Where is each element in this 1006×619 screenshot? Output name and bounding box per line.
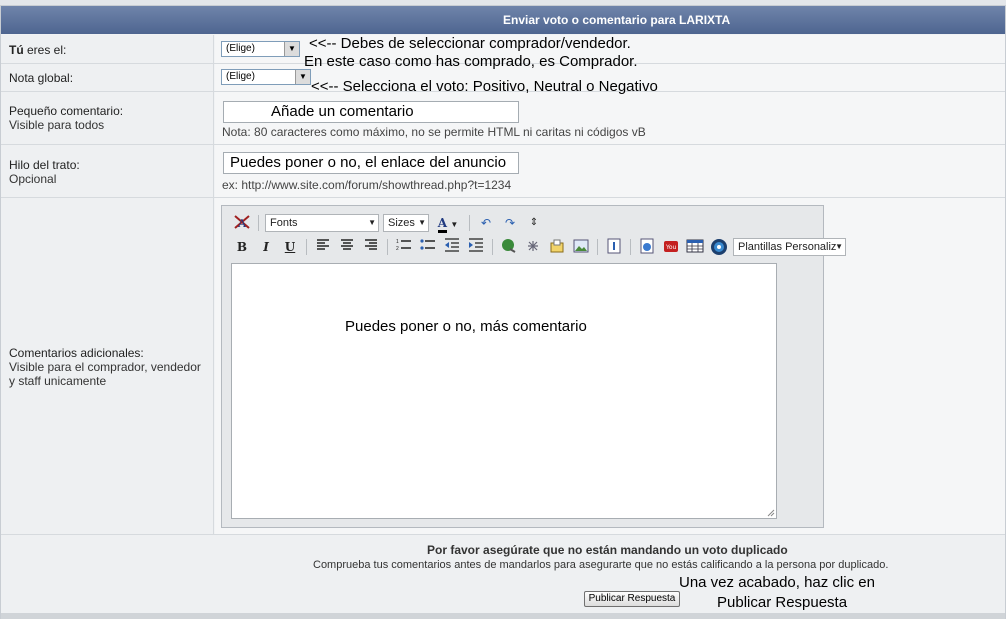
vote-form: Enviar voto o comentario para LARIXTA Tú… (0, 5, 1006, 619)
unlink-icon[interactable] (523, 238, 543, 256)
italic-button[interactable]: I (256, 238, 276, 256)
thread-label-cell: Hilo del trato: Opcional (1, 145, 214, 197)
numbered-list-icon[interactable]: 12 (394, 238, 414, 256)
duplicate-warning-text: Comprueba tus comentarios antes de manda… (313, 559, 889, 571)
rating-annotation: <<-- Selecciona el voto: Positivo, Neutr… (311, 78, 658, 95)
editor-content: Puedes poner o no, más comentario (345, 318, 587, 335)
thread-value-cell: Puedes poner o no, el enlace del anuncio… (215, 145, 1005, 197)
additional-label: Comentarios adicionales: (9, 346, 144, 360)
short-comment-input-text: Añade un comentario (271, 103, 414, 120)
additional-row: Comentarios adicionales: Visible para el… (1, 198, 1005, 535)
toolbar-separator (387, 239, 388, 255)
rating-select-value: (Elige) (226, 71, 255, 82)
remove-format-icon[interactable]: A (232, 214, 252, 232)
rich-text-editor: A Fonts ▼ Sizes ▼ A ▼ ↶ ↷ ⇕ B I U 1 2 Yo… (221, 205, 846, 528)
short-comment-label: Pequeño comentario: (9, 104, 124, 118)
indent-icon[interactable] (466, 238, 486, 256)
table-icon[interactable] (685, 238, 705, 256)
undo-icon[interactable]: ↶ (476, 214, 496, 232)
toolbar-separator (258, 215, 259, 231)
audio-icon[interactable] (709, 238, 729, 256)
templates-select-label: Plantillas Personaliz (738, 241, 837, 253)
role-select-value: (Elige) (226, 43, 255, 54)
toolbar-separator (306, 239, 307, 255)
thread-sublabel: Opcional (9, 172, 57, 186)
resize-grip-icon[interactable] (767, 509, 775, 517)
rating-label-cell: Nota global: (1, 64, 214, 91)
bold-button[interactable]: B (232, 238, 252, 256)
short-comment-value-cell: Añade un comentario Nota: 80 caracteres … (215, 92, 1005, 144)
role-label: Tú eres el: (1, 35, 214, 63)
thread-row: Hilo del trato: Opcional Puedes poner o … (1, 145, 1005, 198)
additional-sublabel-2: y staff unicamente (9, 374, 107, 388)
editor-toolbar-row-1: A Fonts ▼ Sizes ▼ A ▼ ↶ ↷ ⇕ (232, 214, 544, 233)
role-annotation-line-1: <<-- Debes de seleccionar comprador/vend… (309, 35, 631, 52)
rating-select[interactable]: (Elige) ▼ (221, 69, 311, 85)
insert-email-icon[interactable] (547, 238, 567, 256)
underline-button[interactable]: U (280, 238, 300, 256)
submit-button[interactable]: Publicar Respuesta (584, 591, 680, 607)
chevron-down-icon: ▼ (295, 70, 310, 84)
font-select-label: Fonts (270, 217, 298, 229)
short-comment-label-cell: Pequeño comentario: Visible para todos (1, 92, 214, 144)
role-label-bold: Tú (9, 43, 24, 57)
short-comment-row: Pequeño comentario: Visible para todos A… (1, 92, 1005, 145)
form-title: Enviar voto o comentario para LARIXTA (1, 6, 1005, 34)
rating-label: Nota global: (9, 71, 74, 85)
toolbar-separator (469, 215, 470, 231)
insert-image-icon[interactable] (571, 238, 591, 256)
svg-text:You: You (665, 244, 677, 251)
short-comment-input[interactable]: Añade un comentario (223, 101, 519, 123)
align-center-icon[interactable] (337, 238, 357, 256)
role-label-rest: eres el: (23, 43, 67, 57)
editor-toolbar-row-2: B I U 12 You Plantillas Personaliz ▼ (232, 238, 846, 256)
bold-icon: B (236, 240, 248, 254)
chevron-down-icon: ▼ (284, 42, 299, 56)
thread-hint: ex: http://www.site.com/forum/showthread… (222, 178, 512, 192)
bottom-border (1, 613, 1005, 619)
toolbar-separator (597, 239, 598, 255)
additional-value-cell: A Fonts ▼ Sizes ▼ A ▼ ↶ ↷ ⇕ B I U 1 2 Yo… (215, 198, 1005, 534)
chevron-down-icon: ▼ (418, 218, 426, 227)
role-select[interactable]: (Elige) ▼ (221, 41, 300, 57)
submit-annotation-line-1: Una vez acabado, haz clic en (679, 574, 875, 591)
svg-text:2: 2 (396, 246, 399, 252)
size-select-label: Sizes (388, 217, 415, 229)
attachment-icon[interactable] (604, 238, 624, 256)
chevron-down-icon: ▼ (835, 242, 843, 251)
templates-select[interactable]: Plantillas Personaliz ▼ (733, 238, 846, 256)
underline-icon: U (284, 240, 296, 254)
font-color-icon: A (437, 216, 448, 233)
align-right-icon[interactable] (361, 238, 381, 256)
font-select[interactable]: Fonts ▼ (265, 214, 379, 232)
chevron-down-icon: ▼ (368, 218, 376, 227)
outdent-icon[interactable] (442, 238, 462, 256)
italic-icon: I (263, 240, 269, 254)
youtube-icon[interactable]: You (661, 238, 681, 256)
size-select[interactable]: Sizes ▼ (383, 214, 429, 232)
thread-input-text: Puedes poner o no, el enlace del anuncio (230, 154, 507, 171)
thread-input[interactable]: Puedes poner o no, el enlace del anuncio (223, 152, 519, 174)
resize-toggle-icon[interactable]: ⇕ (524, 214, 544, 232)
short-comment-hint: Nota: 80 caracteres como máximo, no se p… (222, 125, 646, 139)
insert-link-icon[interactable] (499, 238, 519, 256)
toolbar-separator (492, 239, 493, 255)
role-annotation-line-2: En este caso como has comprado, es Compr… (304, 53, 638, 70)
chevron-down-icon: ▼ (450, 220, 459, 229)
svg-text:A: A (237, 217, 247, 230)
web-page-icon[interactable] (637, 238, 657, 256)
short-comment-sublabel: Visible para todos (9, 118, 105, 132)
thread-label: Hilo del trato: (9, 158, 80, 172)
editor-textarea[interactable]: Puedes poner o no, más comentario (231, 263, 777, 519)
submit-annotation-line-2: Publicar Respuesta (717, 594, 848, 611)
svg-text:1: 1 (396, 239, 399, 245)
additional-label-cell: Comentarios adicionales: Visible para el… (1, 198, 214, 534)
align-left-icon[interactable] (313, 238, 333, 256)
duplicate-warning-title: Por favor asegúrate que no están mandand… (427, 543, 788, 557)
redo-icon[interactable]: ↷ (500, 214, 520, 232)
font-color-button[interactable]: A ▼ (433, 214, 463, 233)
bullet-list-icon[interactable] (418, 238, 438, 256)
toolbar-separator (630, 239, 631, 255)
additional-sublabel-1: Visible para el comprador, vendedor (9, 360, 201, 374)
